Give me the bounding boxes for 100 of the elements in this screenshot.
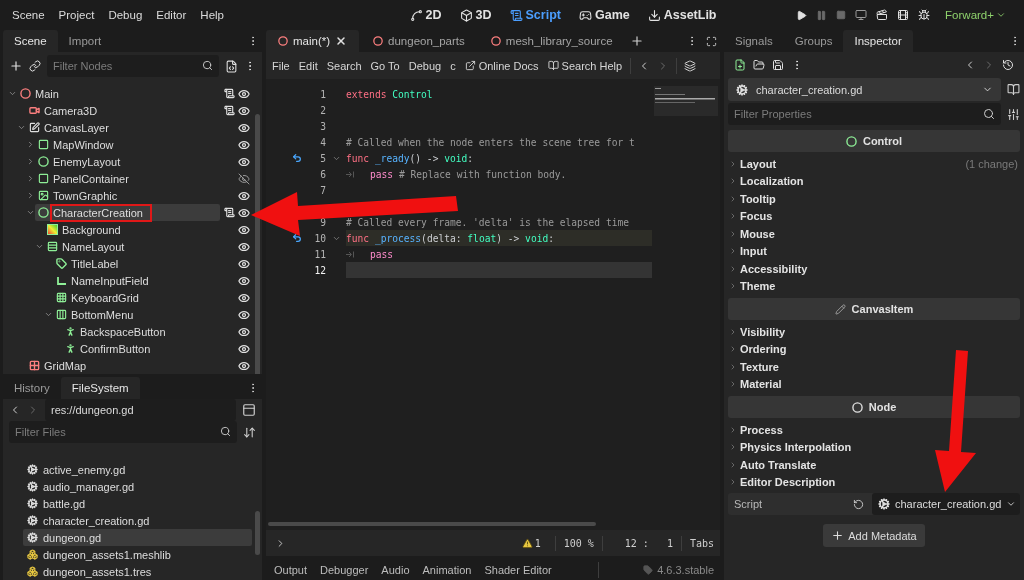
eye-icon[interactable] [238,138,250,151]
eye-icon[interactable] [238,155,250,168]
stop-icon[interactable] [836,10,847,20]
node-name[interactable]: CharacterCreation [53,206,149,219]
filter-field[interactable]: Filter Nodes [47,55,219,77]
caret-down-icon[interactable] [16,123,26,132]
close-icon[interactable] [335,35,348,47]
section-header[interactable]: CanvasItem [728,298,1020,320]
eye-icon[interactable] [238,104,250,117]
eye-closed-icon[interactable] [238,172,250,185]
workspace-tab[interactable]: 3D [455,6,496,24]
script-icon[interactable] [224,207,235,218]
dock-tab[interactable]: Signals [724,30,784,52]
panel-tab[interactable]: Output [268,562,314,578]
sort-icon[interactable] [243,425,256,439]
property-group[interactable]: Accessibility [728,260,1020,278]
caret-down-icon[interactable] [7,89,17,98]
panel-icon[interactable] [242,403,256,417]
property-group[interactable]: Texture [728,358,1020,376]
bug-icon[interactable] [918,9,931,21]
property-group[interactable]: Localization [728,172,1020,190]
caret-down-icon[interactable] [34,242,44,251]
tree-entry[interactable]: character_creation.gd [23,512,252,529]
node-name[interactable]: ConfirmButton [80,342,151,355]
node-name[interactable]: EnemyLayout [53,155,121,168]
node-name[interactable]: TownGraphic [53,189,118,202]
history-icon[interactable] [1002,59,1014,71]
eye-icon[interactable] [238,240,250,253]
eye-icon[interactable] [238,342,250,355]
property-group[interactable]: Mouse [728,225,1020,243]
book-icon[interactable] [1007,83,1020,96]
property-group[interactable]: Material [728,375,1020,393]
document-tab[interactable]: mesh_library_source [478,30,625,52]
node-name[interactable]: BottomMenu [71,308,134,321]
script-dropdown[interactable]: character_creation.gd [872,493,1020,515]
plus-icon[interactable] [9,59,23,73]
add-metadata-button[interactable]: Add Metadata [823,524,925,547]
property-group[interactable]: Auto Translate [728,456,1020,474]
property-group[interactable]: Focus [728,207,1020,225]
node-name[interactable]: NameInputField [71,274,149,287]
dock-tab[interactable]: Import [57,30,113,52]
help-link[interactable]: Search Help [543,56,627,75]
menu-item[interactable]: Project [52,6,101,24]
dock-tab[interactable]: History [3,377,61,399]
path-field[interactable]: res://dungeon.gd [45,399,236,421]
workspace-tab[interactable]: AssetLib [643,6,721,24]
property-group[interactable]: Theme [728,277,1020,295]
filter-field[interactable]: Filter Files [9,421,237,443]
eye-icon[interactable] [238,206,250,219]
menu-item[interactable]: Debug [102,6,149,24]
tree-entry[interactable]: audio_manager.gd [23,478,252,495]
dock-tab[interactable]: FileSystem [60,377,140,399]
workspace-tab[interactable]: Script [505,6,565,24]
menu-item[interactable]: c [446,56,460,75]
document-tab[interactable]: dungeon_parts [361,30,477,52]
eye-icon[interactable] [238,257,250,270]
scrollbar[interactable] [255,511,260,555]
eye-icon[interactable] [238,291,250,304]
panel-tab[interactable]: Shader Editor [478,562,558,578]
document-tab[interactable]: main(*) [266,30,360,52]
resource-dropdown[interactable]: character_creation.gd [728,78,1001,101]
menu-item[interactable]: Search [322,56,366,75]
node-name[interactable]: TitleLabel [71,257,119,270]
tree-row-selection[interactable]: CharacterCreation [35,204,220,221]
property-group[interactable]: Visibility [728,323,1020,341]
dock-tab[interactable]: Scene [3,30,58,52]
tree-entry[interactable]: active_enemy.gd [23,461,252,478]
caret-down-icon[interactable] [43,310,53,319]
property-group[interactable]: Physics Interpolation [728,438,1020,456]
warning-count[interactable]: 1 [515,536,547,550]
panel-tab[interactable]: Debugger [314,562,375,578]
filter-field[interactable]: Filter Properties [728,103,1001,125]
script-icon[interactable] [224,105,235,116]
node-name[interactable]: GridMap [44,359,87,372]
menu-item[interactable]: Edit [294,56,322,75]
help-link[interactable]: Online Docs [460,56,543,75]
section-header[interactable]: Control [728,130,1020,152]
menu-item[interactable]: Editor [150,6,193,24]
save-icon[interactable] [772,59,784,71]
monitor-icon[interactable] [855,9,868,21]
reset-icon[interactable] [853,498,864,510]
eye-icon[interactable] [238,274,250,287]
node-name[interactable]: CanvasLayer [44,121,109,134]
node-name[interactable]: Background [62,223,121,236]
node-name[interactable]: BackspaceButton [80,325,166,338]
node-name[interactable]: NameLayout [62,240,125,253]
link-icon[interactable] [29,60,41,72]
eye-icon[interactable] [238,223,250,236]
dock-tab[interactable]: Inspector [843,30,913,52]
scrollbar[interactable] [255,114,260,374]
node-name[interactable]: PanelContainer [53,172,129,185]
caret-down-icon[interactable] [25,208,35,217]
menu-item[interactable]: Help [194,6,230,24]
folder-icon[interactable] [753,59,765,71]
eye-icon[interactable] [238,121,250,134]
play-icon[interactable] [796,9,808,21]
tree-entry[interactable]: dungeon_assets1.meshlib [23,546,252,563]
workspace-tab[interactable]: 2D [405,6,446,24]
menu-item[interactable]: Scene [6,6,51,24]
workspace-tab[interactable]: Game [574,6,634,24]
